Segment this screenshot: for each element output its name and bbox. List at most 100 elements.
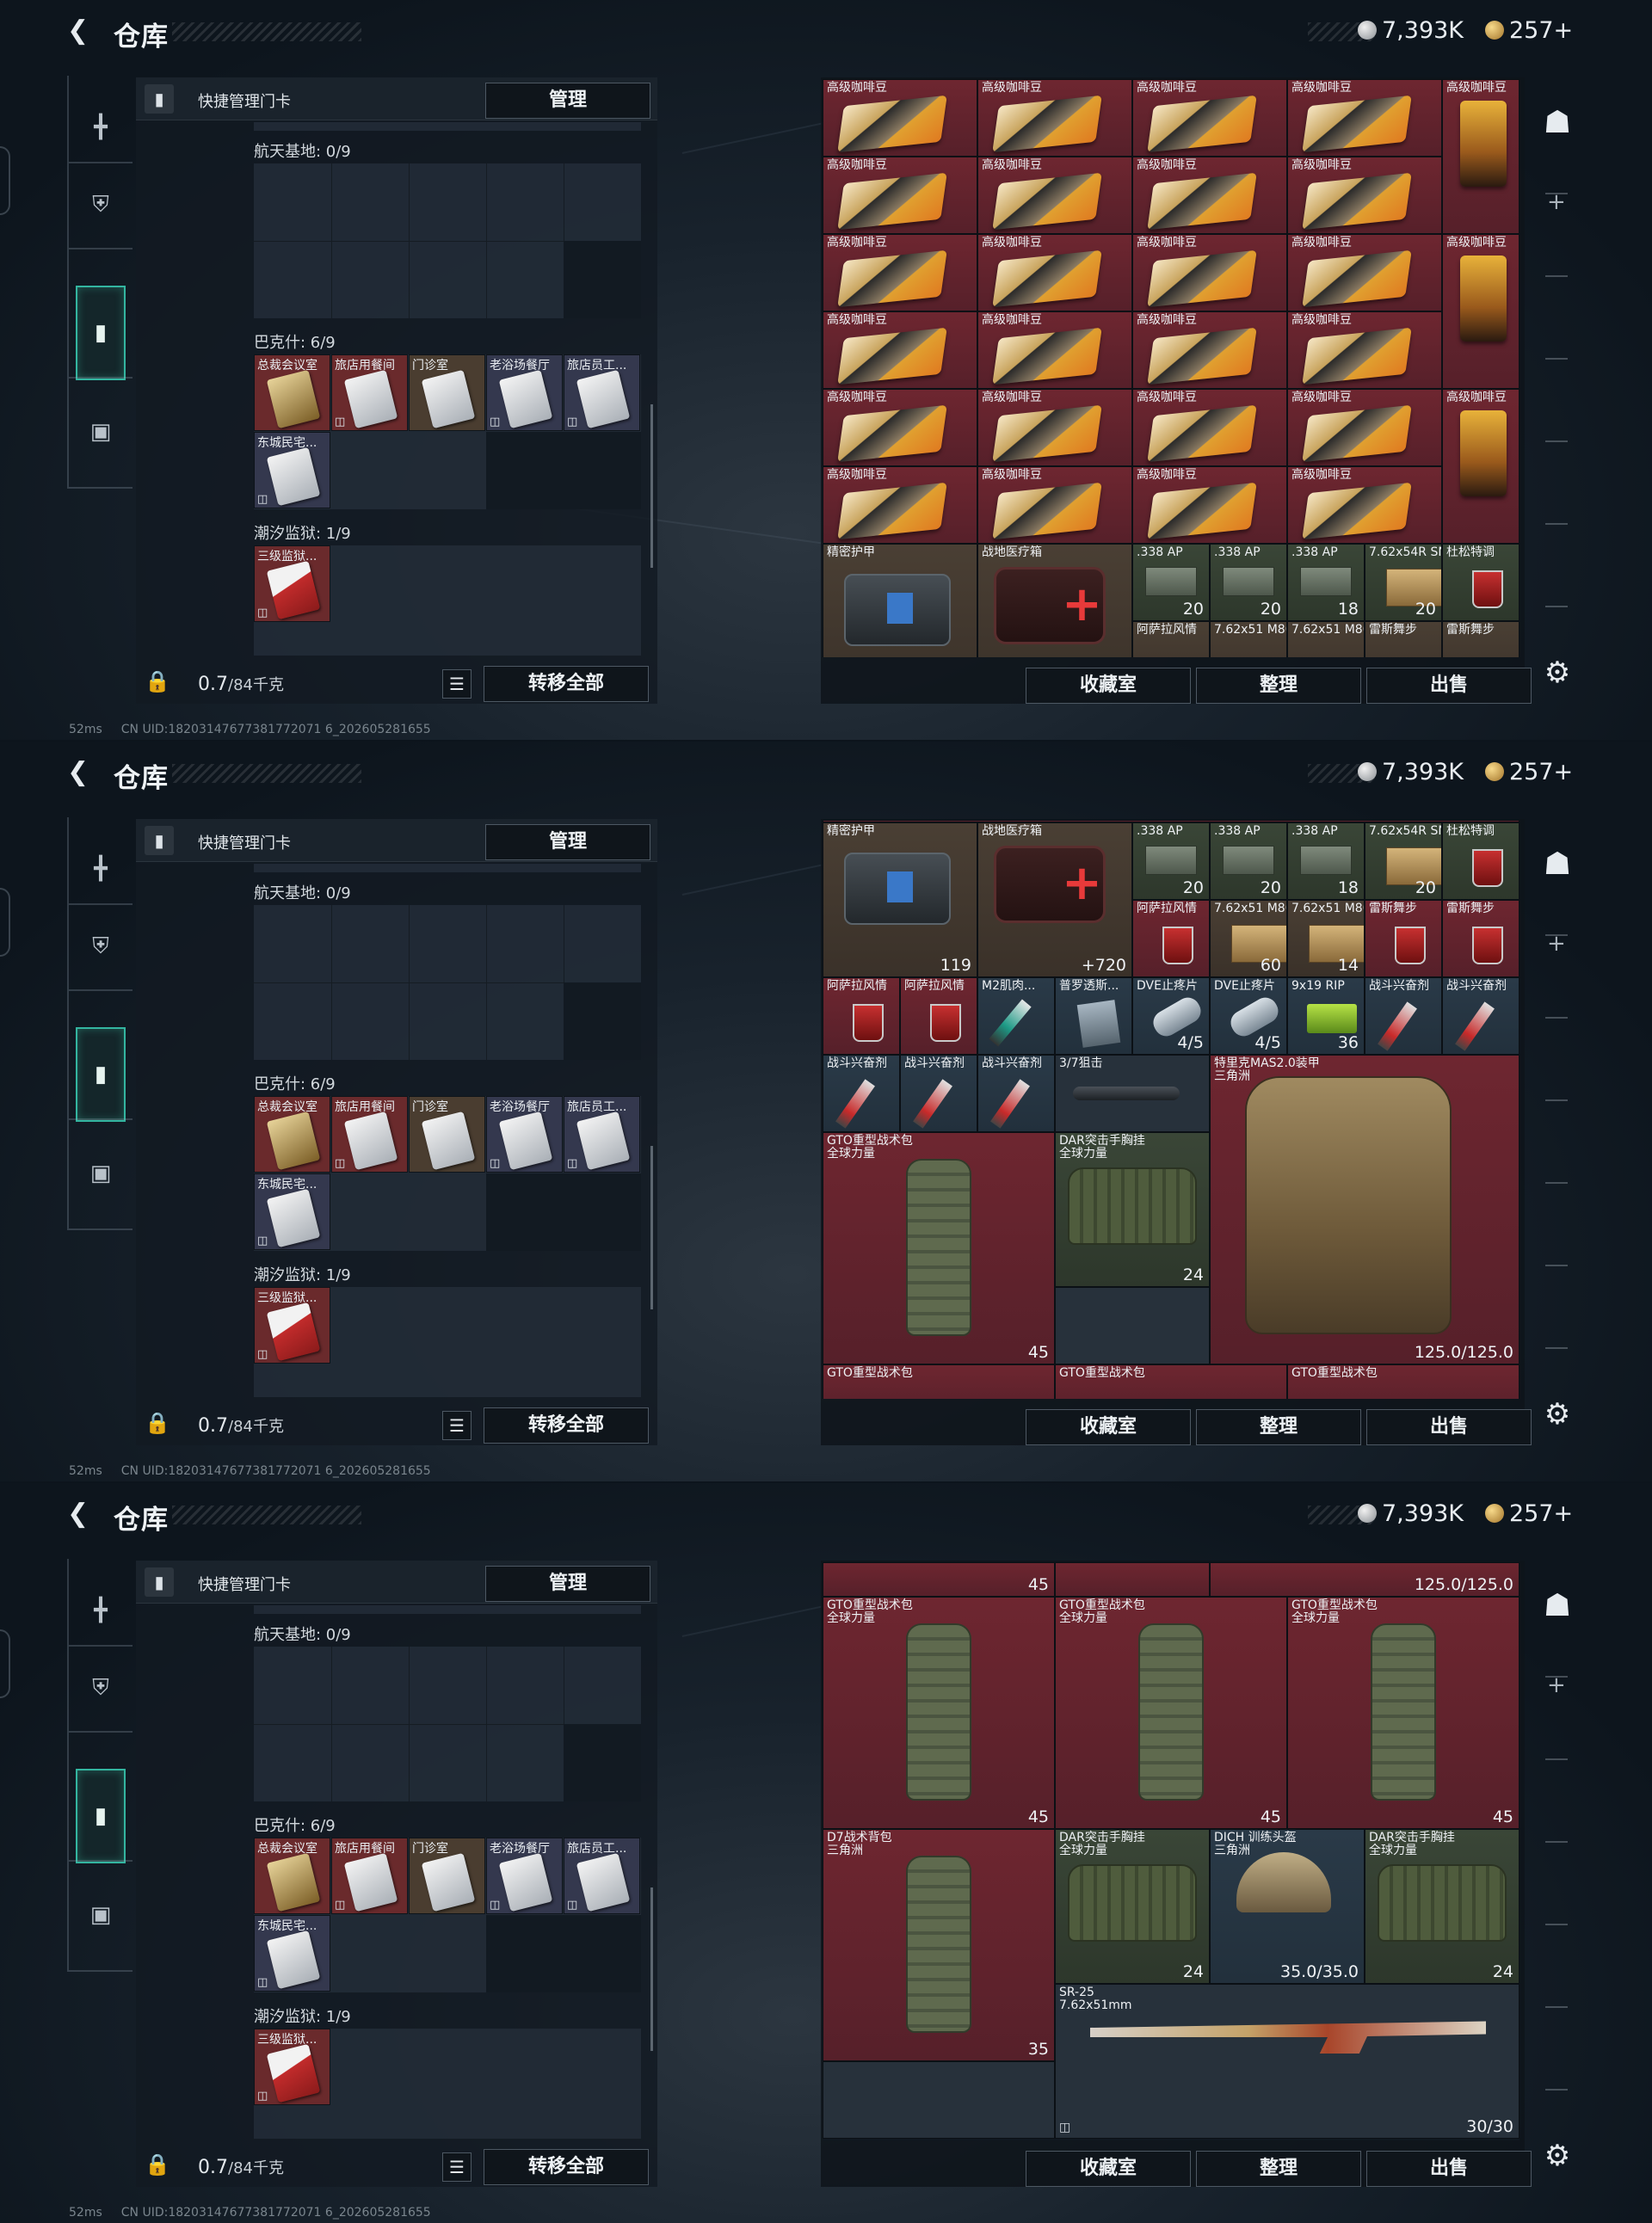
item-slot[interactable]: 7.62x51 M80 <box>1287 621 1365 657</box>
manage-button[interactable]: 管理 <box>485 1566 650 1602</box>
scrollbar[interactable] <box>650 1887 653 2051</box>
item-slot[interactable]: 精密护甲 <box>823 544 977 657</box>
armor-icon[interactable]: ⛨ <box>79 1662 122 1714</box>
item-slot[interactable]: SR-25 7.62x51mm 30/30 ◫ <box>1055 1984 1519 2139</box>
item-slot[interactable]: GTO重型战术包 全球力量 45 <box>823 1597 1055 1829</box>
item-slot[interactable]: 战斗兴奋剂 <box>1365 977 1442 1055</box>
item-slot[interactable]: .338 AP 18 <box>1287 544 1365 621</box>
keycard-slot[interactable]: 旅店用餐间 ◫ <box>331 354 408 431</box>
token-display[interactable]: 257+ <box>1485 1500 1573 1527</box>
item-slot[interactable]: 战斗兴奋剂 <box>823 1055 900 1132</box>
keycard-icon[interactable]: ▮ <box>76 1769 126 1863</box>
item-slot[interactable]: .338 AP 18 <box>1287 822 1365 900</box>
storage-grid[interactable]: 45 125.0/125.0 GTO重型战术包 全球力量 45 GTO重型战术包 全球… <box>823 1562 1519 2140</box>
keycard-slot[interactable]: 旅店员工... ◫ <box>564 354 640 431</box>
stash-icon[interactable]: ☗ <box>1533 98 1581 146</box>
item-slot[interactable]: 高级咖啡豆 <box>1287 311 1442 389</box>
item-slot[interactable]: DICH 训练头盔 三角洲 35.0/35.0 <box>1210 1829 1365 1984</box>
armor-icon[interactable]: ⛨ <box>79 921 122 972</box>
transfer-all-button[interactable]: 转移全部 <box>484 1407 649 1444</box>
manage-button[interactable]: 管理 <box>485 824 650 860</box>
item-slot[interactable]: 高级咖啡豆 <box>977 311 1132 389</box>
keycard-icon[interactable]: ▮ <box>76 286 126 380</box>
item-slot[interactable]: 高级咖啡豆 <box>1132 466 1287 544</box>
item-slot[interactable]: 普罗透斯... <box>1055 977 1132 1055</box>
storage-grid[interactable]: 精密护甲119 战地医疗箱+720 .338 AP20 .338 AP20 .3… <box>823 821 1519 1399</box>
item-slot[interactable]: 高级咖啡豆 <box>977 234 1132 311</box>
keycard-slot[interactable]: 东城民宅... ◫ <box>254 1915 330 1992</box>
item-slot[interactable]: DAR突击手胸挂 全球力量 24 <box>1055 1132 1210 1287</box>
item-slot[interactable]: 高级咖啡豆 <box>1287 79 1442 157</box>
briefcase-icon[interactable]: ▣ <box>79 1889 122 1941</box>
item-slot[interactable]: .338 AP 20 <box>1210 822 1287 900</box>
item-slot[interactable]: 精密护甲 119 <box>823 822 977 977</box>
item-slot[interactable]: 高级咖啡豆 <box>977 157 1132 234</box>
keycard-slot[interactable]: 旅店员工... ◫ <box>564 1096 640 1173</box>
keycard-slot[interactable]: 三级监狱... ◫ <box>254 2029 330 2105</box>
item-slot[interactable]: 战地医疗箱+720 <box>977 822 1132 977</box>
item-slot[interactable]: 高级咖啡豆 <box>1442 389 1519 544</box>
item-slot[interactable]: 特里克MAS2.0装甲 三角洲 125.0/125.0 <box>1210 1055 1519 1364</box>
briefcase-icon[interactable]: ▣ <box>79 406 122 458</box>
item-slot[interactable]: 9x19 RIP 36 <box>1287 977 1365 1055</box>
item-slot[interactable]: 杜松特调 <box>1442 822 1519 900</box>
item-slot[interactable]: 高级咖啡豆 <box>1132 79 1287 157</box>
sell-button[interactable]: 出售 <box>1366 1409 1532 1445</box>
item-slot[interactable]: 45 <box>823 1562 1055 1597</box>
item-slot[interactable]: 战斗兴奋剂 <box>1442 977 1519 1055</box>
collection-room-button[interactable]: 收藏室 <box>1026 668 1191 704</box>
item-slot[interactable]: GTO重型战术包 全球力量 45 <box>823 1132 1055 1364</box>
item-slot[interactable]: 高级咖啡豆 <box>1132 157 1287 234</box>
item-slot[interactable]: 高级咖啡豆 <box>1442 79 1519 234</box>
item-slot[interactable]: 7.62x54R SNB20 <box>1365 822 1442 900</box>
back-arrow-icon[interactable]: ❮ <box>67 15 89 46</box>
keycard-slot[interactable]: 总裁会议室 <box>254 354 330 431</box>
list-view-icon[interactable]: ☰ <box>442 1411 472 1440</box>
currency-display[interactable]: 7,393K <box>1358 759 1464 785</box>
item-slot[interactable]: .338 AP 20 <box>1132 822 1210 900</box>
item-slot[interactable]: 战斗兴奋剂 <box>900 1055 977 1132</box>
transfer-all-button[interactable]: 转移全部 <box>484 2149 649 2185</box>
item-slot[interactable]: 高级咖啡豆 <box>977 466 1132 544</box>
item-slot[interactable]: 高级咖啡豆 <box>823 311 977 389</box>
item-slot[interactable]: DVE止疼片 4/5 <box>1210 977 1287 1055</box>
sell-button[interactable]: 出售 <box>1366 2151 1532 2187</box>
item-slot[interactable]: 高级咖啡豆 <box>1287 234 1442 311</box>
gun-icon[interactable]: ╋ <box>79 102 122 153</box>
item-slot[interactable]: 高级咖啡豆 <box>1287 466 1442 544</box>
keycard-slot[interactable]: 总裁会议室 <box>254 1096 330 1173</box>
item-slot[interactable]: 高级咖啡豆 <box>1132 234 1287 311</box>
item-slot[interactable]: .338 AP 20 <box>1210 544 1287 621</box>
scrollbar[interactable] <box>650 404 653 568</box>
stash-icon[interactable]: ☗ <box>1533 840 1581 888</box>
keycard-list[interactable]: 航天基地: 0/9 巴克什: 6/9 总裁会议室 旅店用餐间 ◫ 门诊室 老浴场餐… <box>136 122 657 656</box>
item-slot[interactable]: 高级咖啡豆 <box>1287 157 1442 234</box>
item-slot[interactable]: 雷斯舞步 <box>1365 900 1442 977</box>
item-slot[interactable]: 高级咖啡豆 <box>977 79 1132 157</box>
sell-button[interactable]: 出售 <box>1366 668 1532 704</box>
item-slot[interactable]: 高级咖啡豆 <box>1287 389 1442 466</box>
item-slot[interactable]: 高级咖啡豆 <box>823 79 977 157</box>
keycard-slot[interactable]: 门诊室 <box>409 354 485 431</box>
item-slot[interactable]: D7战术背包 三角洲 35 <box>823 1829 1055 2061</box>
armor-icon[interactable]: ⛨ <box>79 179 122 231</box>
item-slot[interactable]: 高级咖啡豆 <box>823 466 977 544</box>
settings-icon[interactable]: ⚙ <box>1533 2132 1581 2180</box>
item-slot[interactable]: GTO重型战术包 <box>823 1364 1055 1399</box>
item-slot[interactable]: 高级咖啡豆 <box>1442 234 1519 389</box>
gun-icon[interactable]: ╋ <box>79 1585 122 1636</box>
item-slot[interactable]: 高级咖啡豆 <box>977 389 1132 466</box>
item-slot[interactable]: GTO重型战术包 全球力量 45 <box>1287 1597 1519 1829</box>
list-view-icon[interactable]: ☰ <box>442 669 472 699</box>
add-container-icon[interactable]: + <box>1547 189 1566 215</box>
back-arrow-icon[interactable]: ❮ <box>67 757 89 787</box>
keycard-slot[interactable]: 总裁会议室 <box>254 1838 330 1914</box>
sort-button[interactable]: 整理 <box>1196 1409 1361 1445</box>
item-slot[interactable]: GTO重型战术包 <box>1055 1364 1287 1399</box>
keycard-slot[interactable]: 门诊室 <box>409 1096 485 1173</box>
item-slot[interactable]: GTO重型战术包 <box>1287 1364 1519 1399</box>
scrollbar[interactable] <box>650 1146 653 1309</box>
item-slot[interactable]: 7.62x51 M80 60 <box>1210 900 1287 977</box>
item-slot[interactable]: 7.62x54R SNB20 <box>1365 544 1442 621</box>
item-slot[interactable]: 雷斯舞步 <box>1442 621 1519 657</box>
